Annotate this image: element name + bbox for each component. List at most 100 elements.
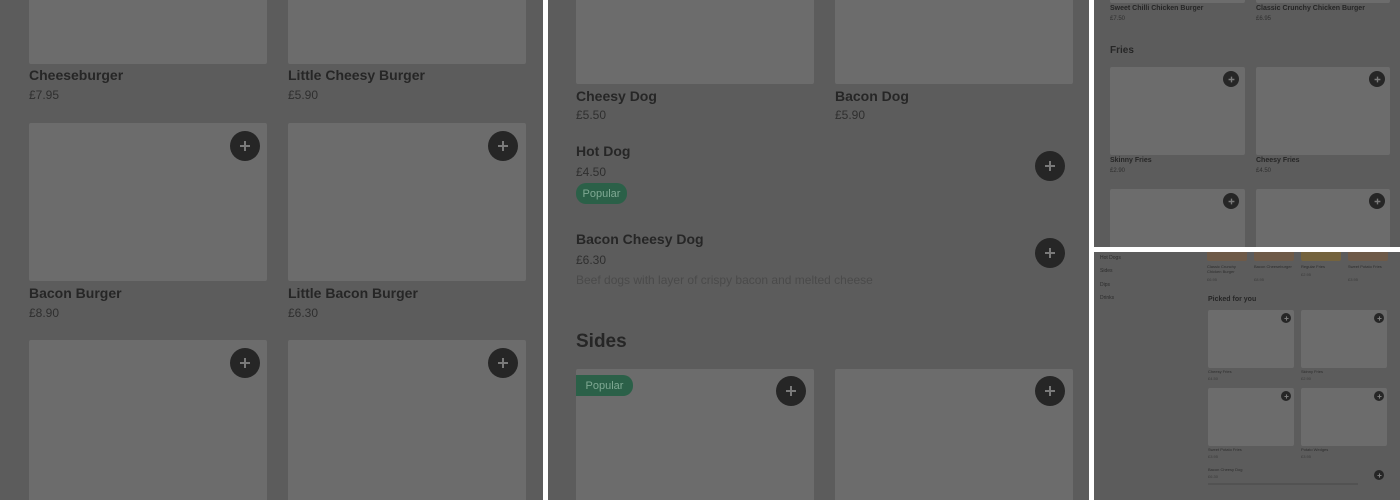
bacon-dog-image[interactable] bbox=[835, 0, 1073, 84]
plus-icon bbox=[1374, 198, 1380, 204]
add-to-basket-button[interactable] bbox=[1369, 71, 1385, 87]
add-to-basket-button[interactable] bbox=[1281, 391, 1291, 401]
item-name: Cheeseburger bbox=[29, 67, 124, 83]
item-price: £5.90 bbox=[288, 88, 319, 102]
item-name: Potato Wedges bbox=[1301, 447, 1329, 452]
item-name: Classic Crunchy Chicken Burger bbox=[1256, 5, 1365, 12]
plus-icon bbox=[1376, 472, 1382, 478]
item-name: Cheesy Fries bbox=[1208, 369, 1232, 374]
hot-dog-price: £4.50 bbox=[576, 165, 607, 179]
item-name: Sweet Potato Fries bbox=[1208, 447, 1242, 452]
plus-icon bbox=[1045, 161, 1055, 171]
item-price: £5.50 bbox=[576, 108, 607, 122]
popular-badge: Popular bbox=[576, 375, 633, 396]
strip-item-price: £3.95 bbox=[1348, 277, 1359, 282]
add-to-basket-button[interactable] bbox=[1369, 193, 1385, 209]
plus-icon bbox=[1283, 393, 1289, 399]
item-name: Little Cheesy Burger bbox=[288, 67, 425, 83]
plus-icon bbox=[498, 358, 508, 368]
item-name: Sweet Chilli Chicken Burger bbox=[1110, 5, 1204, 12]
picked-for-you-panel: Hot Dogs Sides Dips Drinks Classic Crunc… bbox=[1094, 252, 1400, 500]
item-price: £5.90 bbox=[835, 108, 866, 122]
screenshot-collage: Cheeseburger £7.95 Little Cheesy Burger … bbox=[0, 0, 1400, 500]
item-price: £3.95 bbox=[1301, 454, 1312, 459]
item-name: Bacon Burger bbox=[29, 285, 122, 301]
plus-icon bbox=[240, 358, 250, 368]
item-price: £3.95 bbox=[1208, 454, 1219, 459]
strip-item-image[interactable] bbox=[1254, 252, 1294, 261]
nav-item-dips[interactable]: Dips bbox=[1100, 282, 1110, 288]
add-to-basket-button[interactable] bbox=[1374, 313, 1384, 323]
burgers-panel: Cheeseburger £7.95 Little Cheesy Burger … bbox=[0, 0, 543, 500]
item-name: Bacon Dog bbox=[835, 88, 909, 104]
item-price: £2.90 bbox=[1110, 168, 1126, 174]
cheeseburger-image bbox=[29, 0, 267, 64]
cheesy-dog-image[interactable] bbox=[576, 0, 814, 84]
item-price: £6.30 bbox=[1208, 474, 1219, 479]
add-to-basket-button[interactable] bbox=[488, 131, 518, 161]
plus-icon bbox=[1045, 248, 1055, 258]
strip-item-image[interactable] bbox=[1301, 252, 1341, 261]
plus-icon bbox=[1376, 315, 1382, 321]
bacon-cheesy-dog-price: £6.30 bbox=[576, 253, 607, 267]
strip-item-name: Sweet Potato Fries bbox=[1348, 264, 1382, 269]
strip-item-image[interactable] bbox=[1348, 252, 1388, 261]
strip-item-price: £8.95 bbox=[1254, 277, 1265, 282]
add-to-basket-button[interactable] bbox=[230, 131, 260, 161]
item-price: £6.95 bbox=[1256, 16, 1272, 22]
strip-item-name: Bacon Cheeseburger bbox=[1254, 264, 1292, 269]
item-price: £7.50 bbox=[1110, 16, 1126, 22]
bacon-cheesy-dog-name[interactable]: Bacon Cheesy Dog bbox=[576, 231, 704, 247]
bacon-cheesy-dog-description: Beef dogs with layer of crispy bacon and… bbox=[576, 273, 873, 287]
sides-heading: Sides bbox=[576, 331, 627, 352]
item-description-line bbox=[1208, 483, 1358, 485]
item-name[interactable]: Bacon Cheesy Dog bbox=[1208, 467, 1242, 472]
popular-badge: Popular bbox=[576, 183, 627, 204]
add-to-basket-button[interactable] bbox=[1035, 238, 1065, 268]
plus-icon bbox=[786, 386, 796, 396]
item-name: Cheesy Fries bbox=[1256, 157, 1300, 164]
fries-panel: Sweet Chilli Chicken Burger £7.50 Classi… bbox=[1094, 0, 1400, 247]
add-to-basket-button[interactable] bbox=[1035, 151, 1065, 181]
nav-item-sides[interactable]: Sides bbox=[1100, 268, 1113, 274]
add-to-basket-button[interactable] bbox=[1223, 71, 1239, 87]
plus-icon bbox=[1283, 315, 1289, 321]
item-name: Cheesy Dog bbox=[576, 88, 657, 104]
hot-dogs-panel: Cheesy Dog £5.50 Bacon Dog £5.90 Hot Dog… bbox=[548, 0, 1089, 500]
fries-heading: Fries bbox=[1110, 45, 1134, 56]
nav-item-drinks[interactable]: Drinks bbox=[1100, 295, 1114, 301]
picked-for-you-heading: Picked for you bbox=[1208, 296, 1257, 303]
add-to-basket-button[interactable] bbox=[230, 348, 260, 378]
menu-item-image[interactable] bbox=[1256, 0, 1390, 3]
plus-icon bbox=[1045, 386, 1055, 396]
add-to-basket-button[interactable] bbox=[488, 348, 518, 378]
plus-icon bbox=[1374, 76, 1380, 82]
add-to-basket-button[interactable] bbox=[1223, 193, 1239, 209]
plus-icon bbox=[1376, 393, 1382, 399]
little-cheesy-burger-image bbox=[288, 0, 526, 64]
item-price: £2.90 bbox=[1301, 376, 1312, 381]
item-name: Skinny Fries bbox=[1110, 157, 1152, 164]
item-price: £6.30 bbox=[288, 306, 319, 320]
item-name: Skinny Fries bbox=[1301, 369, 1324, 374]
plus-icon bbox=[1228, 198, 1234, 204]
hot-dog-name[interactable]: Hot Dog bbox=[576, 143, 630, 159]
item-price: £4.50 bbox=[1208, 376, 1219, 381]
item-name: Little Bacon Burger bbox=[288, 285, 418, 301]
strip-item-image[interactable] bbox=[1207, 252, 1247, 261]
add-to-basket-button[interactable] bbox=[776, 376, 806, 406]
add-to-basket-button[interactable] bbox=[1035, 376, 1065, 406]
add-to-basket-button[interactable] bbox=[1374, 470, 1384, 480]
add-to-basket-button[interactable] bbox=[1374, 391, 1384, 401]
item-price: £8.90 bbox=[29, 306, 60, 320]
strip-item-price: £6.95 bbox=[1207, 277, 1218, 282]
strip-item-name: Regular Fries bbox=[1301, 264, 1326, 269]
menu-item-image[interactable] bbox=[1110, 0, 1245, 3]
plus-icon bbox=[498, 141, 508, 151]
item-price: £7.95 bbox=[29, 88, 60, 102]
add-to-basket-button[interactable] bbox=[1281, 313, 1291, 323]
strip-item-price: £2.95 bbox=[1301, 272, 1312, 277]
strip-item-name: Classic Crunchy Chicken Burger bbox=[1207, 264, 1236, 274]
nav-item-hot-dogs[interactable]: Hot Dogs bbox=[1100, 255, 1121, 261]
plus-icon bbox=[1228, 76, 1234, 82]
